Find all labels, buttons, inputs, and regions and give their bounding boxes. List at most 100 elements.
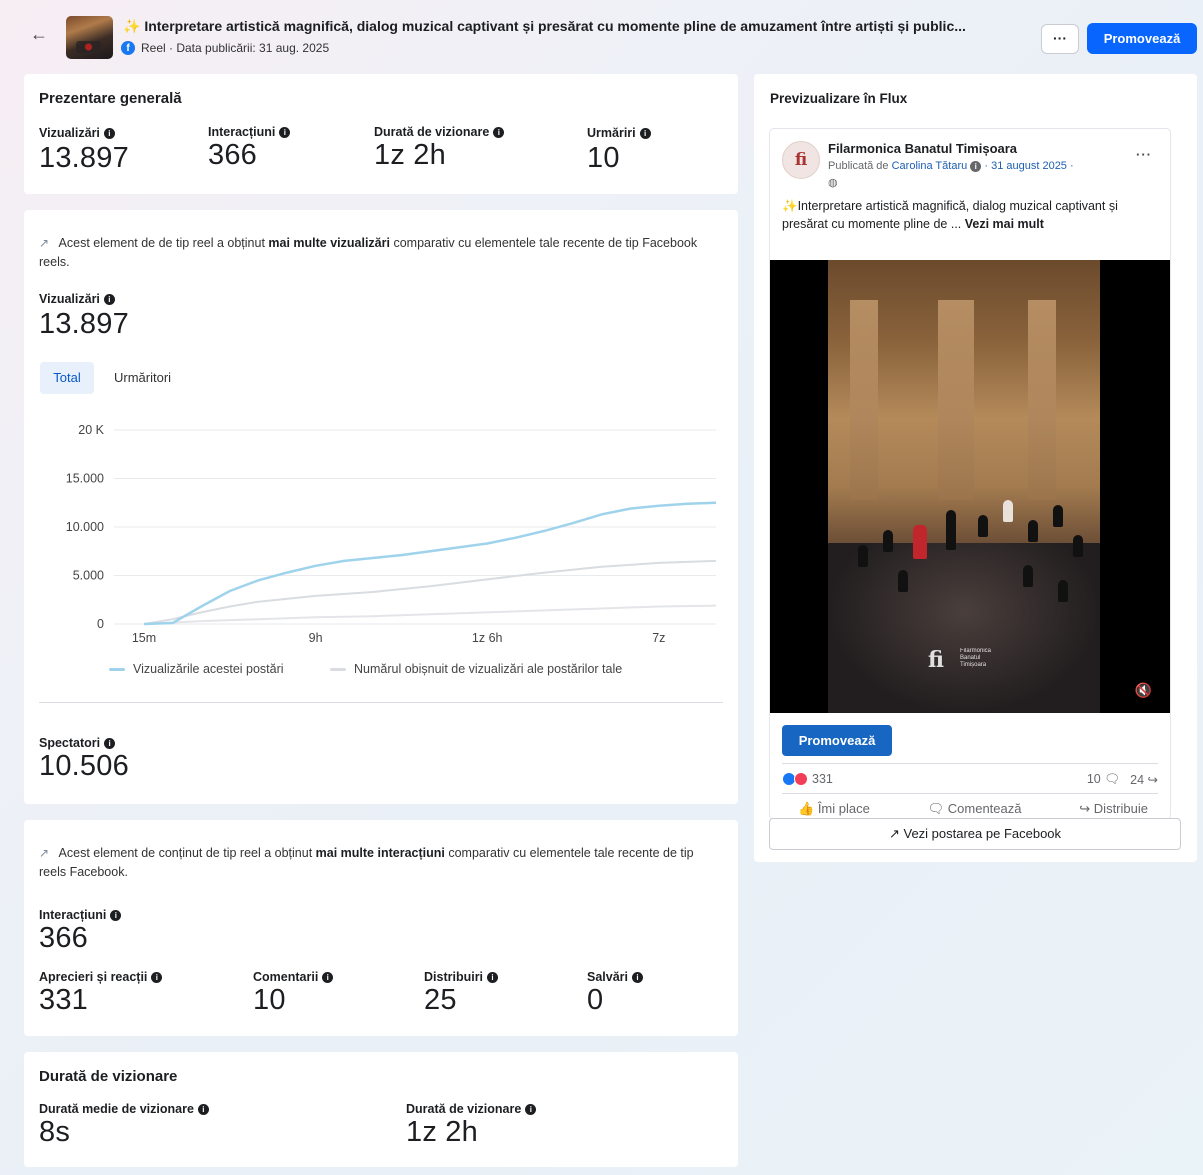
share-icon: ↪ [1079, 801, 1091, 816]
info-icon[interactable]: i [104, 737, 116, 749]
love-reaction-icon [794, 772, 808, 786]
tab-followers[interactable]: Urmăritori [114, 362, 171, 394]
legend-swatch [330, 667, 346, 671]
watch-time-card: Durată de vizionare Durată medie de vizi… [24, 1052, 738, 1167]
stat-shares: Distribuiri i 25 [424, 970, 499, 1017]
y-tick-label: 15.000 [66, 472, 104, 486]
shares-count[interactable]: 24 ↪ [1130, 772, 1158, 787]
legend-swatch [109, 667, 125, 671]
published-by: Publicată de Carolina Tătaru i · 31 augu… [828, 160, 1074, 172]
y-tick-label: 5.000 [73, 569, 104, 583]
reactions-summary[interactable]: 331 [782, 772, 833, 786]
stat-views: Vizualizări i 13.897 [39, 126, 129, 174]
stat-avg-watch-time: Durată medie de vizionare i 8s [39, 1102, 209, 1149]
author-link[interactable]: Carolina Tătaru [892, 160, 968, 172]
comment-action[interactable]: 🗨 Comentează [928, 801, 1022, 817]
comment-icon: 🗨 [1104, 772, 1121, 786]
divider [782, 793, 1158, 794]
post-actions: 👍 Îmi place 🗨 Comentează ↪ Distribuie [798, 801, 1148, 817]
page-name[interactable]: Filarmonica Banatul Timișoara [828, 141, 1017, 156]
thumbs-up-icon: 👍 [798, 801, 815, 816]
watermark-logo: fi [928, 647, 944, 673]
info-icon[interactable]: i [279, 126, 291, 138]
mute-icon[interactable]: 🔇 [1135, 682, 1152, 699]
back-arrow-icon[interactable]: ← [30, 24, 48, 45]
share-action[interactable]: ↪ Distribuie [1079, 801, 1148, 817]
views-metric: Vizualizări i 13.897 [39, 292, 129, 340]
views-card: ↗ Acest element de de tip reel a obținut… [24, 210, 738, 804]
info-icon[interactable]: i [103, 127, 115, 139]
globe-icon: ◍ [828, 177, 838, 189]
stat-total-watch-time: Durată de vizionare i 1z 2h [406, 1102, 537, 1149]
info-icon[interactable]: i [970, 161, 982, 172]
tab-total[interactable]: Total [40, 362, 94, 394]
x-tick-label: 9h [309, 631, 323, 645]
views-line-chart: 0 5.000 10.000 15.000 20 K 15m 9h 1z 6h 7z [66, 423, 717, 645]
viewers-metric: Spectatori i 10.506 [39, 736, 129, 782]
stat-watch-time: Durată de vizionare i 1z 2h [374, 125, 505, 172]
post-text: ✨Interpretare artistică magnifică, dialo… [782, 199, 1118, 231]
stat-follows: Urmăriri i 10 [587, 126, 651, 175]
y-tick-label: 10.000 [66, 520, 104, 534]
series-line [143, 604, 717, 625]
watermark-text: Filarmonica Banatul Timișoara [960, 648, 992, 668]
comment-icon: 🗨 [927, 801, 945, 816]
stat-comments: Comentarii i 10 [253, 970, 334, 1017]
stat-saves: Salvări i 0 [587, 970, 644, 1017]
info-icon[interactable]: i [487, 971, 499, 983]
legend-this-post: Vizualizările acestei postări [109, 662, 284, 676]
reel-thumbnail [66, 16, 113, 59]
info-icon[interactable]: i [197, 1103, 209, 1115]
sparkle-icon: ✨ [123, 18, 141, 34]
facebook-icon: f [121, 41, 135, 55]
post-promote-button[interactable]: Promovează [782, 725, 892, 756]
stat-reactions: Aprecieri și reacții i 331 [39, 970, 163, 1017]
page-avatar[interactable]: fi [782, 141, 820, 179]
info-icon[interactable]: i [151, 971, 163, 983]
interactions-card: ↗ Acest element de conținut de tip reel … [24, 820, 738, 1036]
x-tick-label: 7z [652, 631, 665, 645]
post-subtitle: f Reel · Data publicării: 31 aug. 2025 [121, 41, 329, 55]
view-on-facebook-button[interactable]: ↗ Vezi postarea pe Facebook [769, 818, 1181, 850]
feed-preview-card: Previzualizare în Flux fi Filarmonica Ba… [754, 74, 1197, 862]
section-divider [39, 702, 723, 703]
post-more-options-icon[interactable]: ··· [1136, 147, 1152, 162]
sparkle-icon: ✨ [782, 199, 798, 213]
stat-interactions: Interacțiuni i 366 [208, 125, 291, 172]
info-icon[interactable]: i [632, 971, 644, 983]
views-note: ↗ Acest element de de tip reel a obținut… [39, 236, 698, 269]
trend-up-icon: ↗ [39, 236, 50, 250]
comments-count[interactable]: 10 🗨 [1087, 772, 1120, 787]
interactions-note: ↗ Acest element de conținut de tip reel … [39, 846, 694, 879]
header-bar: ← ✨ Interpretare artistică magnifică, di… [0, 0, 1203, 68]
more-options-button[interactable]: ··· [1041, 24, 1079, 54]
engagement-counts: 10 🗨 24 ↪ [1087, 772, 1158, 787]
legend-typical: Numărul obișnuit de vizualizări ale post… [330, 662, 622, 676]
facebook-post-preview: fi Filarmonica Banatul Timișoara Publica… [770, 129, 1170, 819]
share-icon: ↪ [1147, 773, 1158, 787]
x-tick-label: 15m [132, 631, 156, 645]
y-tick-label: 20 K [78, 423, 104, 437]
info-icon[interactable]: i [103, 293, 115, 305]
post-title: ✨ Interpretare artistică magnifică, dial… [123, 18, 966, 34]
divider [782, 763, 1158, 764]
reel-video[interactable]: fi Filarmonica Banatul Timișoara 🔇 [770, 260, 1170, 713]
info-icon[interactable]: i [525, 1103, 537, 1115]
y-tick-label: 0 [97, 617, 104, 631]
like-action[interactable]: 👍 Îmi place [798, 801, 870, 817]
concert-image: fi Filarmonica Banatul Timișoara [828, 260, 1100, 713]
overview-card: Prezentare generală Vizualizări i 13.897 … [24, 74, 738, 194]
interactions-metric: Interacțiuni i 366 [39, 908, 122, 955]
info-icon[interactable]: i [322, 971, 334, 983]
x-tick-label: 1z 6h [472, 631, 503, 645]
overview-title: Prezentare generală [39, 90, 182, 107]
promote-button[interactable]: Promovează [1087, 23, 1197, 54]
info-icon[interactable]: i [110, 909, 122, 921]
preview-title: Previzualizare în Flux [770, 91, 908, 106]
external-link-icon: ↗ [888, 826, 900, 841]
info-icon[interactable]: i [639, 127, 651, 139]
info-icon[interactable]: i [493, 126, 505, 138]
see-more-link[interactable]: Vezi mai mult [965, 217, 1044, 231]
post-date[interactable]: · 31 august 2025 · [984, 160, 1073, 172]
watch-time-title: Durată de vizionare [39, 1068, 178, 1085]
